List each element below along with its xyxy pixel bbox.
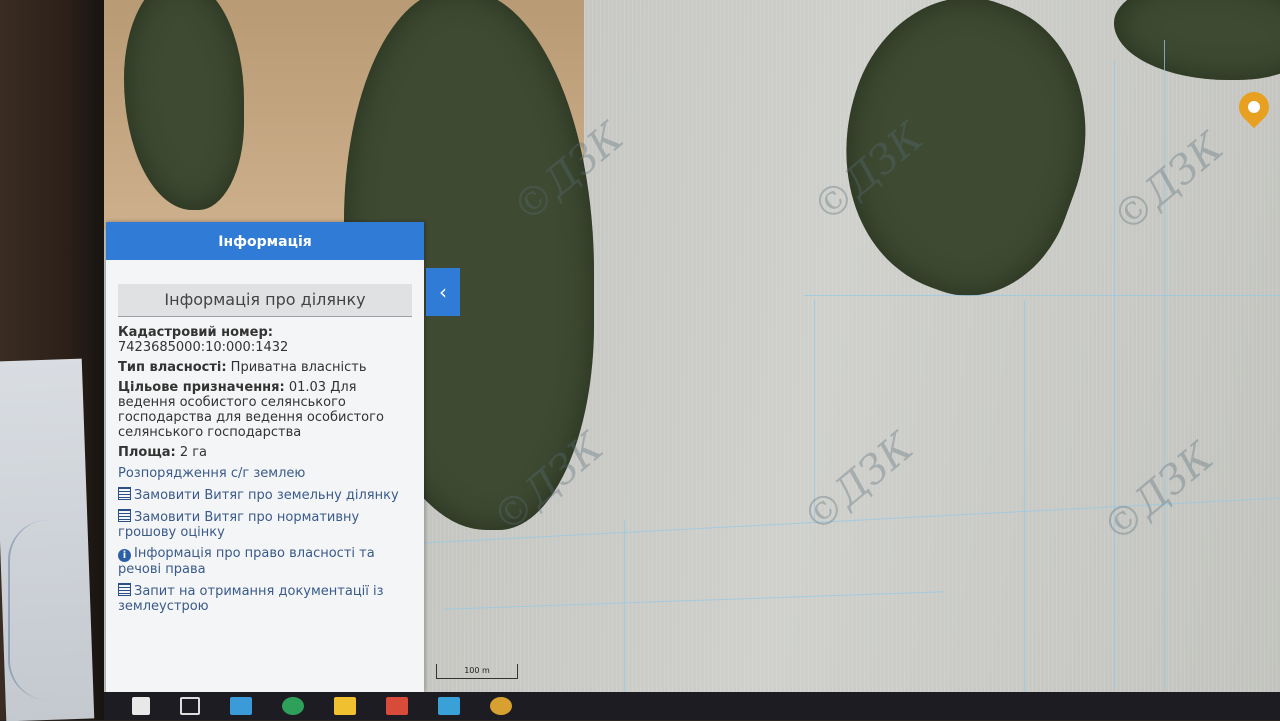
scale-bar: 100 m (436, 664, 518, 679)
cadastral-row: Кадастровий номер: 7423685000:10:000:143… (118, 325, 412, 355)
taskbar (104, 692, 1280, 720)
file-explorer-icon[interactable] (334, 697, 356, 715)
link-label: Інформація про право власності та речові… (118, 546, 375, 577)
app-icon[interactable] (230, 697, 252, 715)
parcel-boundary (1024, 300, 1025, 692)
parcel-boundary (804, 295, 1280, 296)
handwriting (8, 520, 80, 700)
app-icon-2[interactable] (438, 697, 460, 715)
parcel-boundary (814, 300, 815, 520)
link-label: Замовити Витяг про нормативну грошову оц… (118, 510, 360, 540)
ownership-row: Тип власності: Приватна власність (118, 360, 412, 375)
parcel-boundary (1164, 40, 1165, 690)
land-disposal-link[interactable]: Розпорядження с/г землею (118, 466, 412, 481)
parcel-boundary (624, 520, 625, 692)
link-label: Замовити Витяг про земельну ділянку (134, 488, 399, 503)
map-watermark: ©ДЗК (1104, 124, 1233, 242)
edge-browser-icon[interactable] (282, 697, 304, 715)
document-icon (118, 509, 131, 522)
forest-area-4 (1114, 0, 1280, 80)
task-view-icon[interactable] (180, 697, 200, 715)
windows-start-icon[interactable] (132, 697, 150, 715)
chevron-left-icon[interactable]: ‹ (426, 268, 460, 316)
parcel-boundary (1114, 60, 1115, 690)
land-documentation-request-link[interactable]: Запит на отримання документації із земле… (118, 583, 412, 614)
info-panel: Інформація Інформація про ділянку Кадаст… (106, 222, 424, 692)
order-parcel-extract-link[interactable]: Замовити Витяг про земельну ділянку (118, 487, 412, 503)
link-label: Запит на отримання документації із земле… (118, 584, 384, 614)
purpose-row: Цільове призначення: 01.03 Для ведення о… (118, 380, 412, 440)
purpose-label: Цільове призначення: (118, 380, 285, 395)
ownership-rights-info-link[interactable]: i Інформація про право власності та речов… (118, 546, 412, 577)
store-icon[interactable] (386, 697, 408, 715)
panel-title: Інформація (106, 222, 424, 260)
document-icon (118, 487, 131, 500)
cadastral-value: 7423685000:10:000:1432 (118, 340, 289, 355)
ownership-label: Тип власності: (118, 360, 227, 375)
map-viewport[interactable]: ©ДЗК ©ДЗК ©ДЗК ©ДЗК ©ДЗК ©ДЗК 100 m Інфо… (104, 0, 1280, 692)
cadastral-label: Кадастровий номер: (118, 325, 273, 340)
area-row: Площа: 2 га (118, 445, 412, 460)
ownership-value: Приватна власність (230, 360, 367, 375)
parcel-boundary (444, 591, 944, 610)
tab-parcel-info[interactable]: Інформація про ділянку (118, 284, 412, 317)
document-icon (118, 583, 131, 596)
info-icon: i (118, 549, 131, 562)
order-valuation-extract-link[interactable]: Замовити Витяг про нормативну грошову оц… (118, 509, 412, 540)
map-pin-icon[interactable] (1232, 85, 1276, 129)
area-value: 2 га (179, 445, 208, 460)
chrome-browser-icon[interactable] (490, 697, 512, 715)
area-label: Площа: (118, 445, 176, 460)
